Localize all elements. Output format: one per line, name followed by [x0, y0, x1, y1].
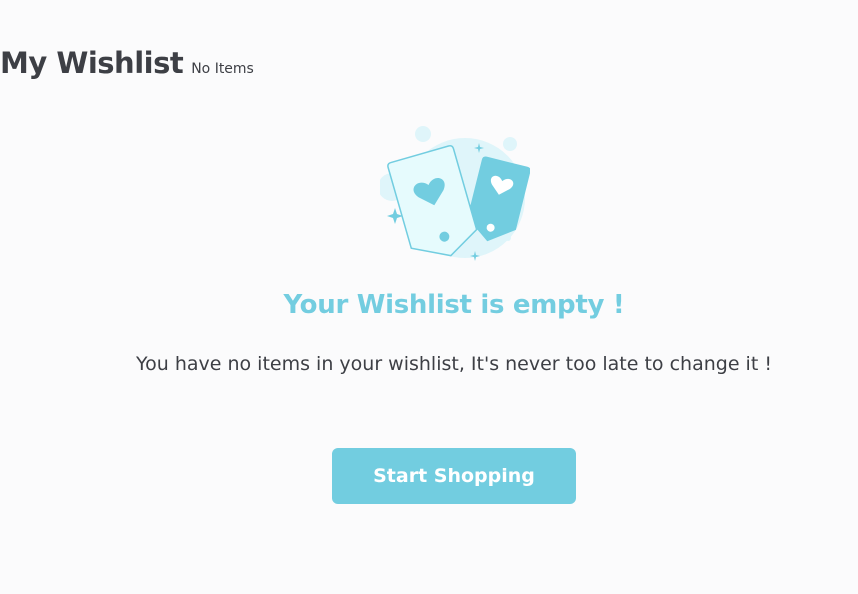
wishlist-page: My Wishlist No Items Your Wishlist is em… — [0, 0, 858, 594]
item-count: No Items — [191, 61, 254, 77]
wishlist-header: My Wishlist No Items — [0, 46, 254, 80]
wishlist-cards-heart-icon — [378, 122, 531, 266]
empty-state-title: Your Wishlist is empty ! — [283, 290, 625, 320]
page-title: My Wishlist — [0, 46, 184, 80]
start-shopping-button[interactable]: Start Shopping — [332, 448, 576, 504]
empty-state-message: You have no items in your wishlist, It's… — [136, 353, 772, 375]
